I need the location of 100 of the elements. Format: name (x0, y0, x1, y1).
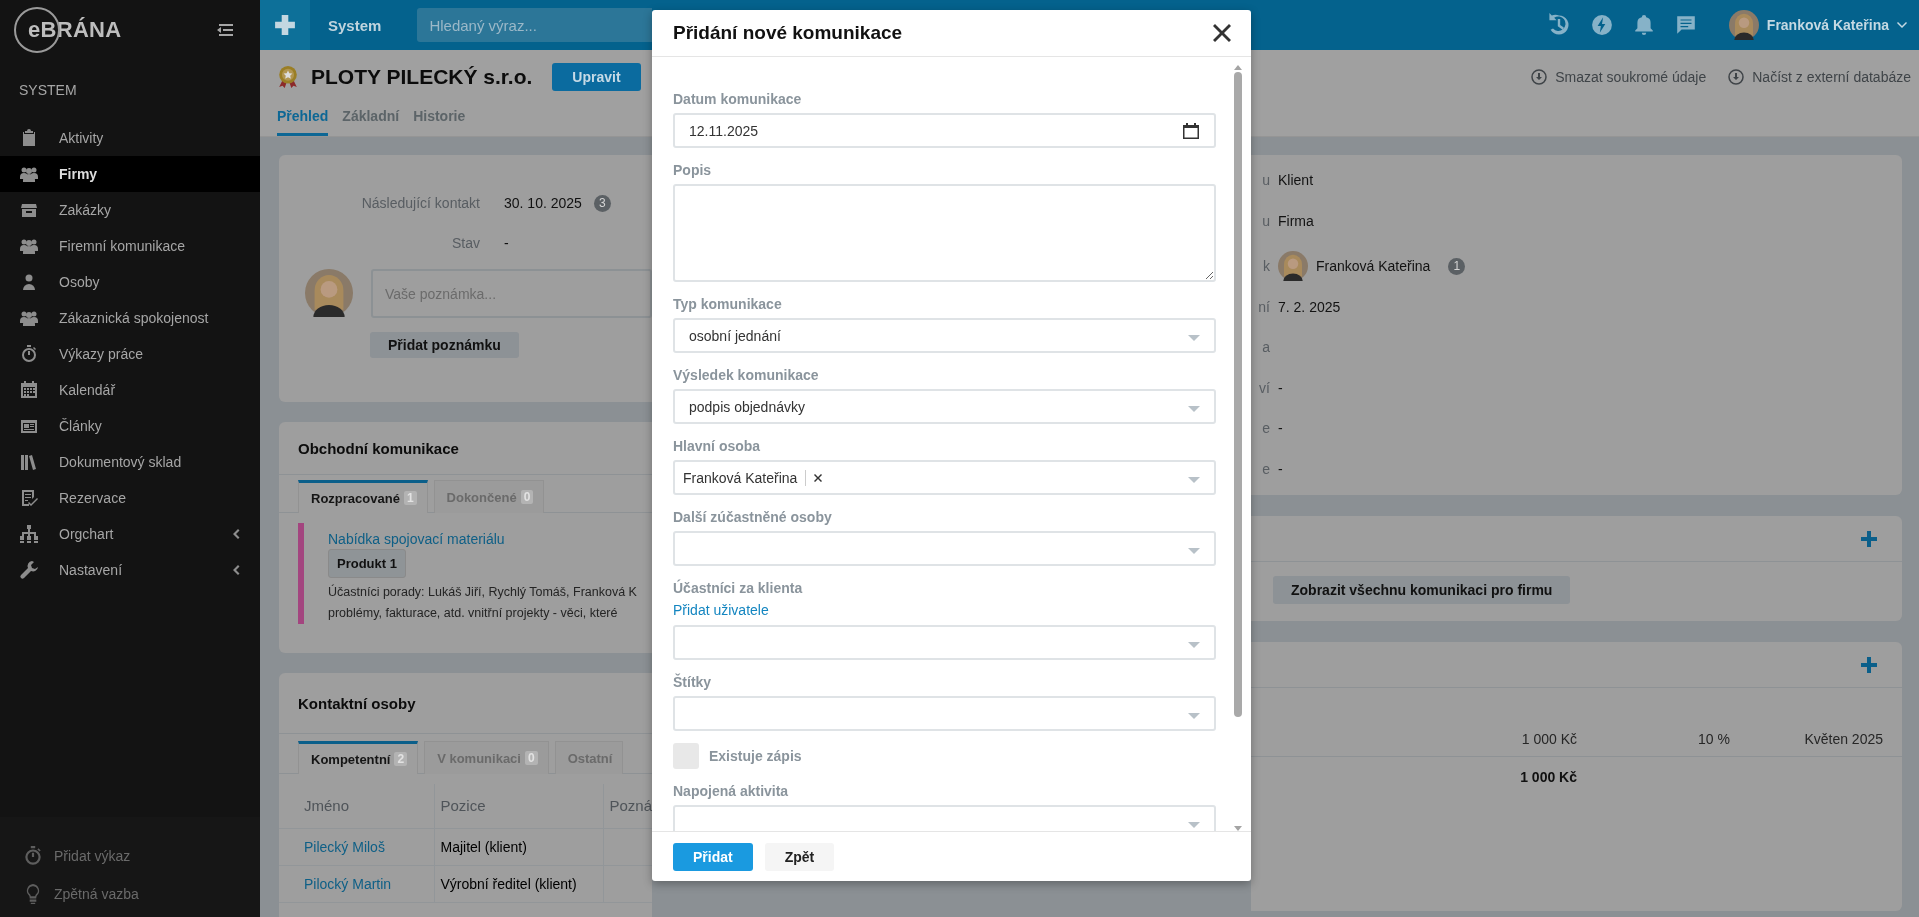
sidebar-item[interactable]: Aktivity (0, 120, 260, 156)
field-label: Napojená aktivita (673, 782, 790, 801)
field-label: k (1263, 258, 1270, 275)
table-cell-text: 1 000 Kč (1520, 730, 1577, 747)
select-field[interactable] (673, 625, 1216, 660)
sidebar-item[interactable]: Články (0, 408, 260, 444)
dropdown-arrow-icon (1188, 641, 1200, 648)
back-button[interactable]: Zpět (764, 842, 835, 871)
field-value: Klient (1278, 172, 1314, 189)
scroll-up-arrow-icon[interactable] (1234, 65, 1242, 70)
submit-button[interactable]: Přidat (673, 842, 753, 871)
sidebar-item[interactable]: Firemní komunikace (0, 228, 260, 264)
scrollbar[interactable] (1232, 65, 1244, 831)
field-label: Hlavní osoba (673, 437, 762, 456)
select-field[interactable]: osobní jednání (673, 318, 1216, 353)
action-link[interactable]: Načíst z externí databáze (1728, 69, 1911, 85)
checkbox-label: Existuje zápis (709, 748, 802, 764)
sidebar-item[interactable]: Výkazy práce (0, 336, 260, 372)
select-field[interactable]: Franková Kateřina (673, 460, 1216, 495)
history-icon[interactable] (1546, 13, 1571, 37)
count-badge: 1 (1448, 257, 1466, 275)
award-icon (277, 64, 299, 90)
add-note-button[interactable]: Přidat poznámku (370, 332, 519, 358)
chevron-left-icon (232, 564, 240, 576)
select-field[interactable] (673, 805, 1216, 831)
table-cell-text: 10 % (1697, 730, 1730, 747)
field-value: 7. 2. 2025 (1278, 298, 1341, 315)
select-field[interactable]: podpis objednávky (673, 389, 1216, 424)
field-value: 30. 10. 2025 (504, 195, 582, 211)
field-value: - (504, 235, 509, 251)
description-field[interactable] (673, 184, 1216, 282)
user-menu[interactable]: Franková Kateřina (1728, 10, 1907, 40)
communication-text: Účastníci porady: Lukáš Jiří, Rychlý Tomáš, Franková K problémy, fakturace, atd. vnitřní projekty - věci, které (328, 583, 637, 622)
field-label: ní (1258, 298, 1270, 315)
sidebar-item[interactable]: Orgchart (0, 516, 260, 552)
field-label: e (1262, 460, 1270, 477)
company-name: PLOTY PILECKÝ s.r.o. (311, 65, 533, 89)
field-label: Výsledek komunikace (673, 366, 820, 385)
product-tag: Produkt 1 (328, 549, 406, 578)
sidebar-item[interactable]: Rezervace (0, 480, 260, 516)
dropdown-arrow-icon (1188, 476, 1200, 483)
field-label: Popis (673, 161, 713, 180)
wrench-icon (19, 560, 39, 580)
caret-icon (1897, 20, 1907, 30)
chat-icon[interactable] (1674, 14, 1697, 36)
field-label: a (1262, 339, 1270, 356)
sidebar-item[interactable]: Kalendář (0, 372, 260, 408)
person-tag: Franková Kateřina (683, 469, 807, 486)
field-label: Další zúčastněné osoby (673, 508, 833, 527)
plus-icon[interactable] (1861, 656, 1877, 673)
field-label: Stav (451, 235, 480, 251)
field-value: - (1278, 460, 1283, 477)
field-label: Účastníci za klienta (673, 578, 804, 598)
table-cell: Výrobní ředitel (klient) (434, 865, 604, 902)
date-field[interactable]: 12.11.2025 (673, 113, 1216, 148)
total-value: 1 000 Kč (1519, 769, 1577, 785)
plus-icon[interactable] (1861, 530, 1877, 547)
column-header: Pozice (434, 784, 604, 828)
column-header: Jméno (279, 784, 435, 828)
dropdown-arrow-icon (1188, 405, 1200, 412)
sidebar-link[interactable]: Zpětná vazba (0, 875, 260, 913)
dropdown-arrow-icon (1188, 821, 1200, 828)
close-icon[interactable] (1213, 24, 1231, 42)
select-field[interactable] (673, 696, 1216, 731)
sidebar-item[interactable]: Firmy (0, 156, 260, 192)
sidebar-item[interactable]: Zákaznická spokojenost (0, 300, 260, 336)
field-label: Typ komunikace (673, 295, 783, 314)
sidebar-link[interactable]: Přidat výkaz (0, 837, 260, 875)
field-label: Následující kontakt (360, 195, 480, 211)
dropdown-arrow-icon (1188, 547, 1200, 554)
field-label: Štítky (673, 672, 713, 692)
avatar (1728, 10, 1759, 40)
plus-icon (274, 14, 296, 36)
remove-icon[interactable] (814, 473, 823, 482)
dropdown-arrow-icon (1188, 712, 1200, 719)
sidebar-item[interactable]: Dokumentový sklad (0, 444, 260, 480)
table-cell-text: Květen 2025 (1803, 730, 1883, 747)
lightning-icon[interactable] (1590, 14, 1613, 36)
section-tab[interactable]: System (310, 0, 418, 50)
action-link[interactable]: Smazat soukromé údaje (1531, 69, 1707, 85)
bell-icon[interactable] (1632, 14, 1655, 36)
field-value: - (1278, 379, 1283, 396)
field-value: - (1278, 420, 1283, 437)
field-label: e (1262, 420, 1270, 437)
sidebar-item[interactable]: Nastavení (0, 552, 260, 588)
sidebar-item[interactable]: Osoby (0, 264, 260, 300)
table-cell: Majitel (klient) (434, 828, 604, 865)
sidebar-item[interactable]: Zakázky (0, 192, 260, 228)
avatar (305, 269, 353, 317)
dropdown-arrow-icon (1188, 334, 1200, 341)
stopwatch-icon (22, 845, 44, 867)
edit-button[interactable]: Upravit (552, 63, 641, 91)
show-all-button[interactable]: Zobrazit všechnu komunikaci pro firmu (1273, 576, 1571, 604)
add-user-link[interactable]: Přidat uživatele (673, 600, 1216, 620)
field-value: Firma (1278, 212, 1314, 229)
scroll-down-arrow-icon[interactable] (1234, 826, 1242, 831)
add-button[interactable] (260, 0, 310, 50)
books-icon (19, 452, 39, 472)
select-field[interactable] (673, 531, 1216, 566)
chevron-left-icon (232, 528, 240, 540)
